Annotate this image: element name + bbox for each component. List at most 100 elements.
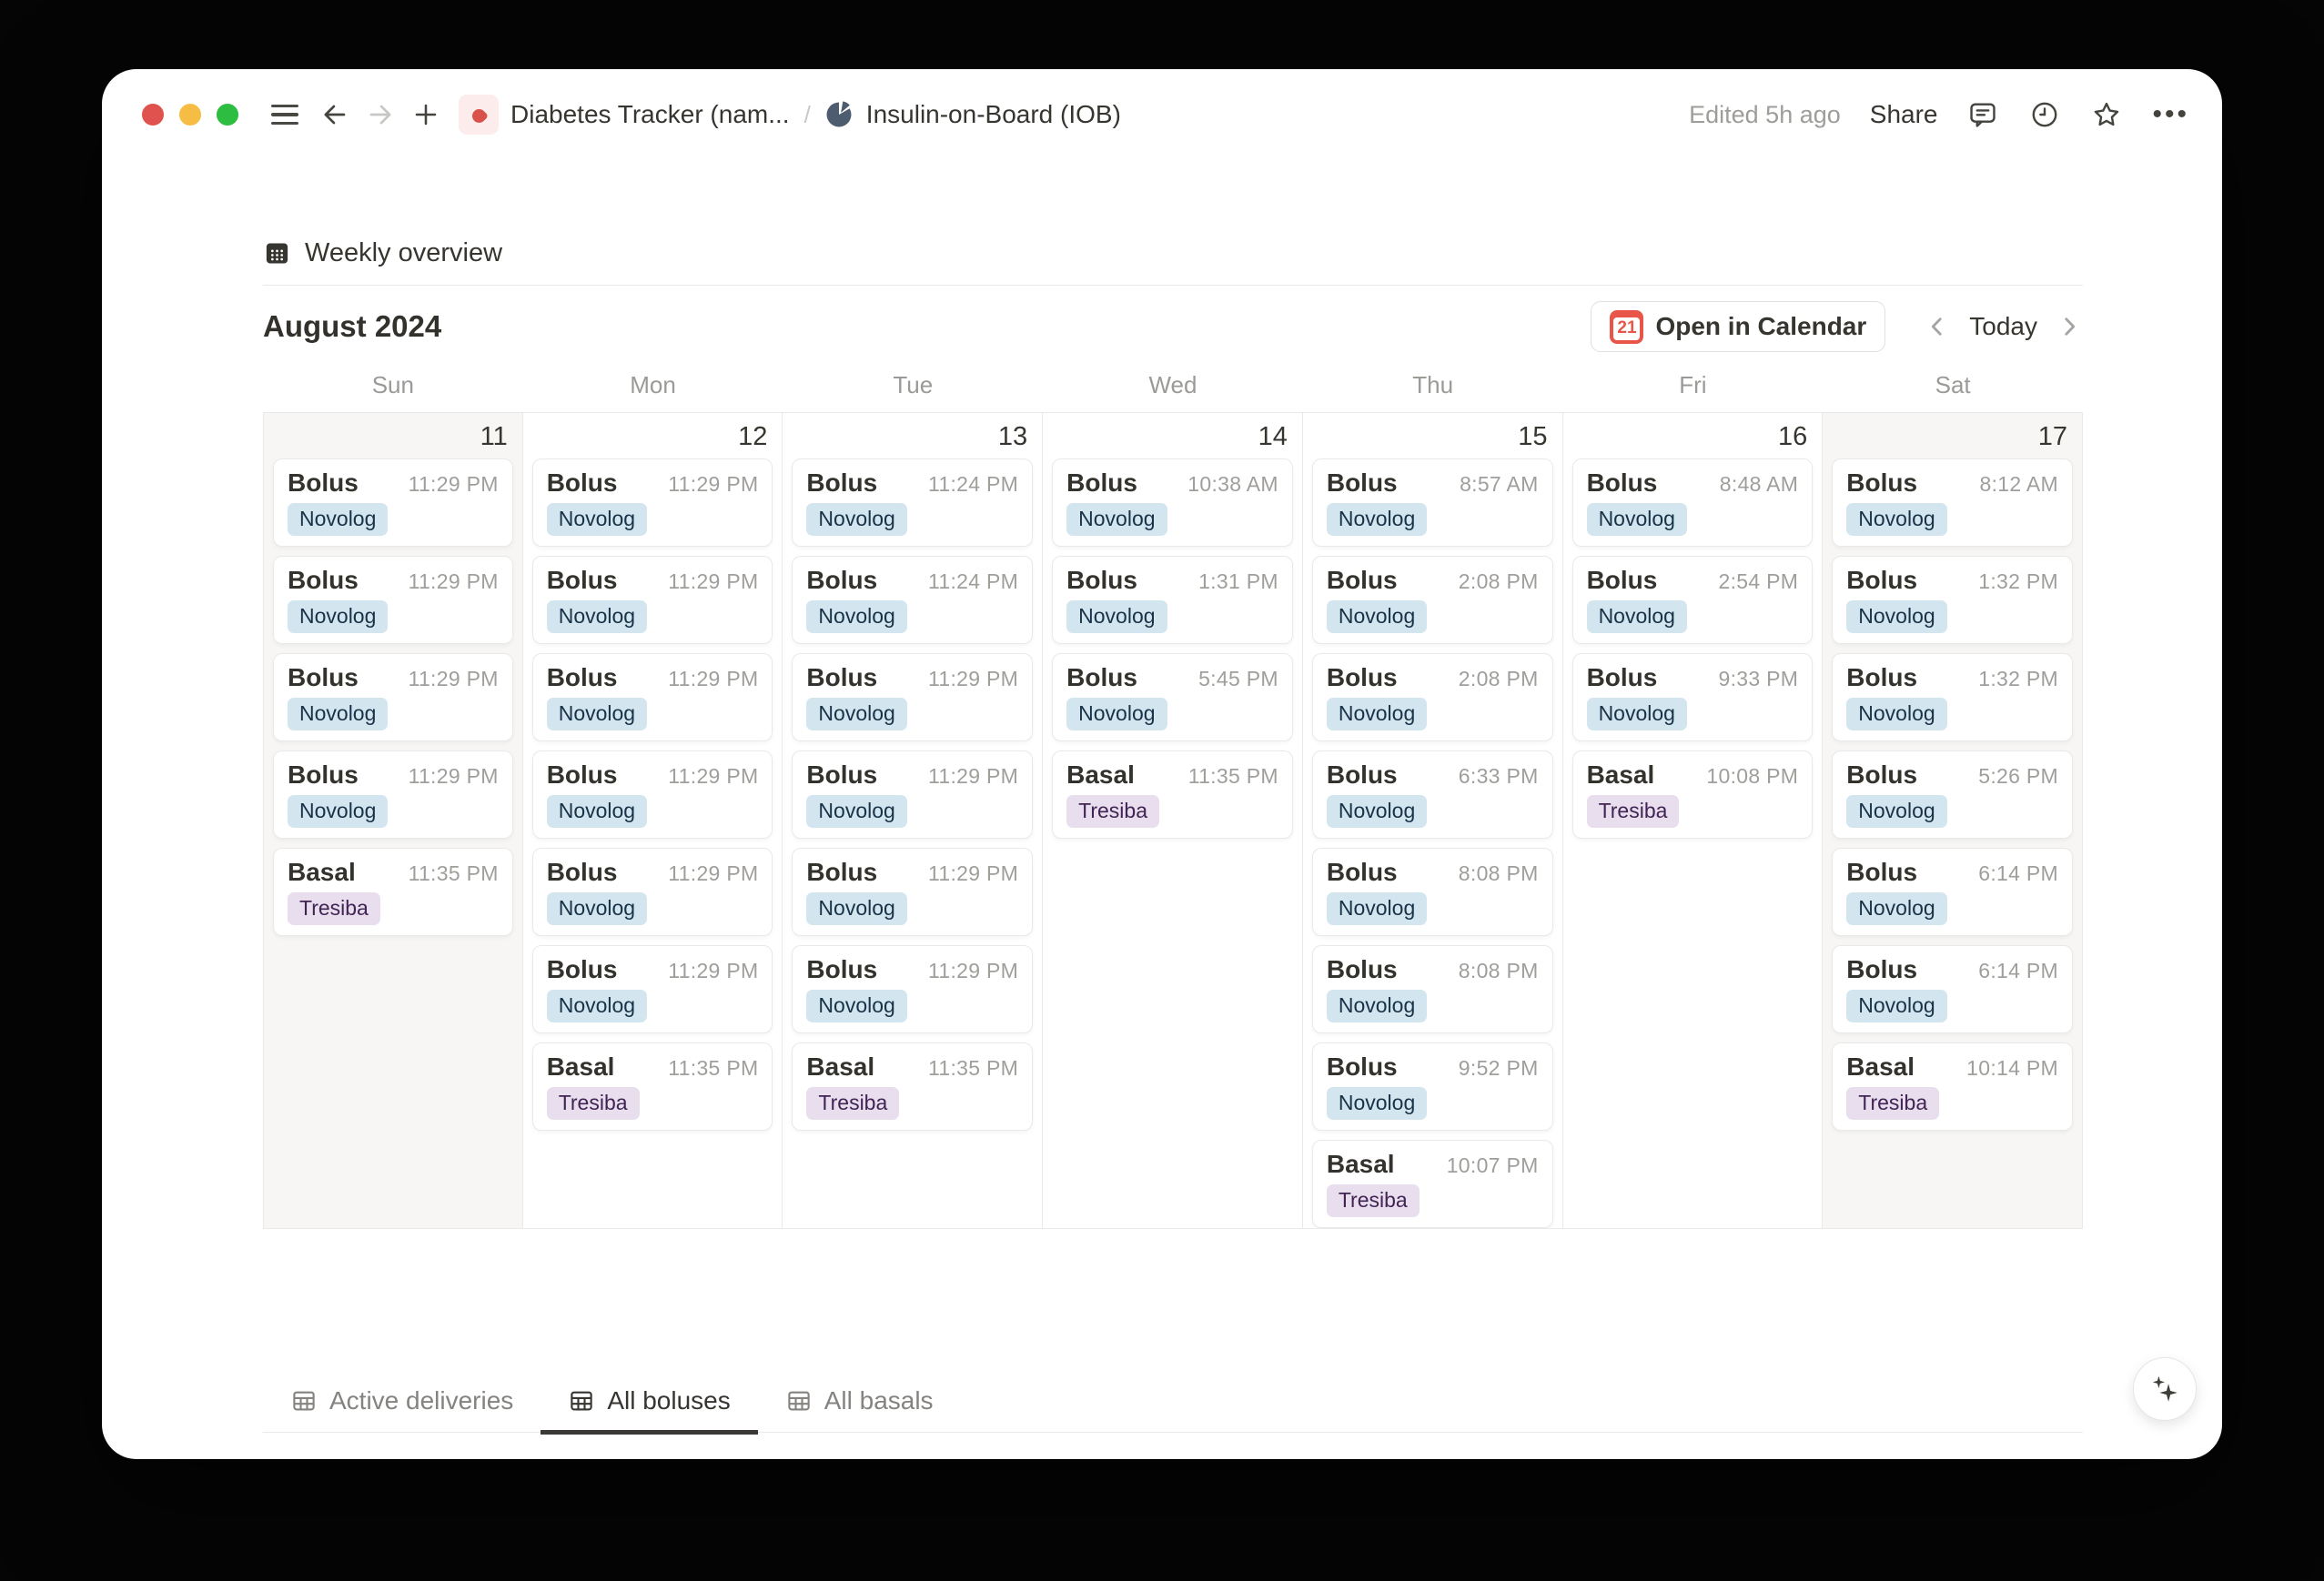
back-button[interactable]: [315, 95, 355, 135]
view-title[interactable]: Weekly overview: [305, 238, 502, 268]
event-card-bolus[interactable]: Bolus 1:32 PM Novolog: [1832, 653, 2073, 741]
insulin-tag: Novolog: [1586, 503, 1687, 536]
event-title: Bolus: [1846, 955, 1918, 983]
insulin-tag: Novolog: [1066, 698, 1167, 730]
event-title: Basal: [806, 1052, 875, 1081]
event-card-bolus[interactable]: Bolus 11:29 PM Novolog: [273, 653, 513, 741]
event-card-bolus[interactable]: Bolus 8:48 AM Novolog: [1571, 458, 1814, 547]
history-icon[interactable]: [2028, 98, 2061, 131]
event-tags: Tresiba: [288, 892, 499, 925]
insulin-tag: Novolog: [1846, 600, 1947, 633]
breadcrumb-root[interactable]: Diabetes Tracker (nam...: [459, 95, 790, 135]
date-number: 13: [997, 422, 1028, 451]
event-card-bolus[interactable]: Bolus 10:38 AM Novolog: [1052, 458, 1293, 547]
comments-icon[interactable]: [1966, 98, 1999, 131]
event-title: Basal: [1846, 1052, 1915, 1081]
event-card-bolus[interactable]: Bolus 11:29 PM Novolog: [792, 945, 1034, 1033]
event-card-bolus[interactable]: Bolus 11:29 PM Novolog: [273, 750, 513, 839]
event-card-basal[interactable]: Basal 11:35 PM Tresiba: [531, 1042, 773, 1131]
event-card-bolus[interactable]: Bolus 11:29 PM Novolog: [531, 750, 773, 839]
event-card-bolus[interactable]: Bolus 5:45 PM Novolog: [1052, 653, 1293, 741]
forward-button[interactable]: [360, 95, 400, 135]
insulin-tag: Novolog: [1326, 990, 1428, 1022]
event-card-bolus[interactable]: Bolus 11:29 PM Novolog: [531, 556, 773, 644]
today-button[interactable]: Today: [1969, 312, 2037, 341]
event-tags: Tresiba: [1846, 1087, 2058, 1120]
day-column-15: 15 Bolus 8:57 AM Novolog Bolus 2:08 PM Novolog…: [1303, 413, 1563, 1228]
tab-all-basals[interactable]: All basals: [758, 1386, 961, 1432]
event-card-bolus[interactable]: Bolus 6:14 PM Novolog: [1832, 945, 2073, 1033]
event-card-bolus[interactable]: Bolus 6:14 PM Novolog: [1832, 848, 2073, 936]
event-time: 11:35 PM: [1187, 764, 1278, 788]
event-tags: Novolog: [1586, 600, 1799, 633]
event-card-basal[interactable]: Basal 10:07 PM Tresiba: [1311, 1140, 1553, 1228]
breadcrumb-page[interactable]: Insulin-on-Board (IOB): [824, 99, 1121, 130]
event-tags: Novolog: [1846, 600, 2058, 633]
event-card-bolus[interactable]: Bolus 8:08 PM Novolog: [1311, 945, 1553, 1033]
event-time: 11:29 PM: [668, 861, 759, 885]
event-card-basal[interactable]: Basal 11:35 PM Tresiba: [273, 848, 513, 936]
insulin-tag: Novolog: [1846, 503, 1947, 536]
new-page-button[interactable]: [406, 95, 446, 135]
event-card-bolus[interactable]: Bolus 11:24 PM Novolog: [792, 458, 1034, 547]
tab-label: Active deliveries: [329, 1386, 514, 1415]
event-card-bolus[interactable]: Bolus 5:26 PM Novolog: [1832, 750, 2073, 839]
event-card-bolus[interactable]: Bolus 11:24 PM Novolog: [792, 556, 1034, 644]
event-card-header: Bolus 11:29 PM: [806, 858, 1018, 887]
favorite-icon[interactable]: [2090, 98, 2123, 131]
tab-active-deliveries[interactable]: Active deliveries: [263, 1386, 541, 1432]
event-card-basal[interactable]: Basal 10:08 PM Tresiba: [1571, 750, 1814, 839]
event-card-bolus[interactable]: Bolus 11:29 PM Novolog: [531, 458, 773, 547]
previous-week-button[interactable]: [1924, 313, 1951, 340]
open-in-calendar-button[interactable]: 21 Open in Calendar: [1591, 301, 1886, 352]
event-title: Bolus: [1586, 468, 1658, 497]
share-button[interactable]: Share: [1870, 100, 1938, 129]
zoom-button[interactable]: [217, 104, 238, 126]
event-card-bolus[interactable]: Bolus 11:29 PM Novolog: [792, 653, 1034, 741]
event-card-basal[interactable]: Basal 11:35 PM Tresiba: [792, 1042, 1034, 1131]
event-card-header: Bolus 6:14 PM: [1846, 858, 2058, 887]
event-card-bolus[interactable]: Bolus 11:29 PM Novolog: [273, 458, 513, 547]
event-card-bolus[interactable]: Bolus 9:33 PM Novolog: [1571, 653, 1814, 741]
event-card-bolus[interactable]: Bolus 11:29 PM Novolog: [531, 848, 773, 936]
event-card-bolus[interactable]: Bolus 8:12 AM Novolog: [1832, 458, 2073, 547]
event-tags: Novolog: [288, 600, 499, 633]
event-card-header: Bolus 11:29 PM: [288, 468, 499, 498]
event-card-bolus[interactable]: Bolus 1:32 PM Novolog: [1832, 556, 2073, 644]
ai-assistant-button[interactable]: [2133, 1357, 2197, 1421]
day-of-week-row: Sun Mon Tue Wed Thu Fri Sat: [263, 371, 2083, 399]
event-tags: Novolog: [806, 795, 1018, 828]
event-time: 11:29 PM: [928, 959, 1019, 982]
event-card-bolus[interactable]: Bolus 9:52 PM Novolog: [1311, 1042, 1553, 1131]
event-card-bolus[interactable]: Bolus 2:54 PM Novolog: [1571, 556, 1814, 644]
event-card-basal[interactable]: Basal 11:35 PM Tresiba: [1052, 750, 1293, 839]
event-card-bolus[interactable]: Bolus 11:29 PM Novolog: [273, 556, 513, 644]
event-time: 8:57 AM: [1460, 472, 1539, 496]
event-card-bolus[interactable]: Bolus 11:29 PM Novolog: [531, 653, 773, 741]
event-card-bolus[interactable]: Bolus 6:33 PM Novolog: [1311, 750, 1553, 839]
event-card-header: Bolus 6:14 PM: [1846, 955, 2058, 984]
event-card-header: Bolus 2:54 PM: [1587, 566, 1799, 595]
tab-all-boluses[interactable]: All boluses: [541, 1386, 759, 1435]
event-card-bolus[interactable]: Bolus 2:08 PM Novolog: [1311, 653, 1553, 741]
next-week-button[interactable]: [2056, 313, 2083, 340]
event-card-bolus[interactable]: Bolus 8:08 PM Novolog: [1311, 848, 1553, 936]
event-tags: Novolog: [1326, 698, 1539, 730]
event-card-header: Bolus 11:29 PM: [806, 955, 1018, 984]
insulin-tag: Novolog: [1586, 698, 1687, 730]
event-card-bolus[interactable]: Bolus 11:29 PM Novolog: [792, 750, 1034, 839]
event-card-bolus[interactable]: Bolus 1:31 PM Novolog: [1052, 556, 1293, 644]
event-card-basal[interactable]: Basal 10:14 PM Tresiba: [1832, 1042, 2073, 1131]
event-card-bolus[interactable]: Bolus 11:29 PM Novolog: [531, 945, 773, 1033]
event-card-bolus[interactable]: Bolus 11:29 PM Novolog: [792, 848, 1034, 936]
more-options-icon[interactable]: •••: [2152, 99, 2189, 130]
event-title: Bolus: [546, 468, 618, 497]
sidebar-menu-icon[interactable]: [271, 104, 298, 126]
minimize-button[interactable]: [179, 104, 201, 126]
day-column-11: 11 Bolus 11:29 PM Novolog Bolus 11:29 PM Novol…: [263, 413, 523, 1228]
event-card-bolus[interactable]: Bolus 8:57 AM Novolog: [1311, 458, 1553, 547]
event-card-bolus[interactable]: Bolus 2:08 PM Novolog: [1311, 556, 1553, 644]
insulin-tag: Novolog: [1586, 600, 1687, 633]
event-title: Basal: [1586, 760, 1655, 789]
close-button[interactable]: [142, 104, 164, 126]
